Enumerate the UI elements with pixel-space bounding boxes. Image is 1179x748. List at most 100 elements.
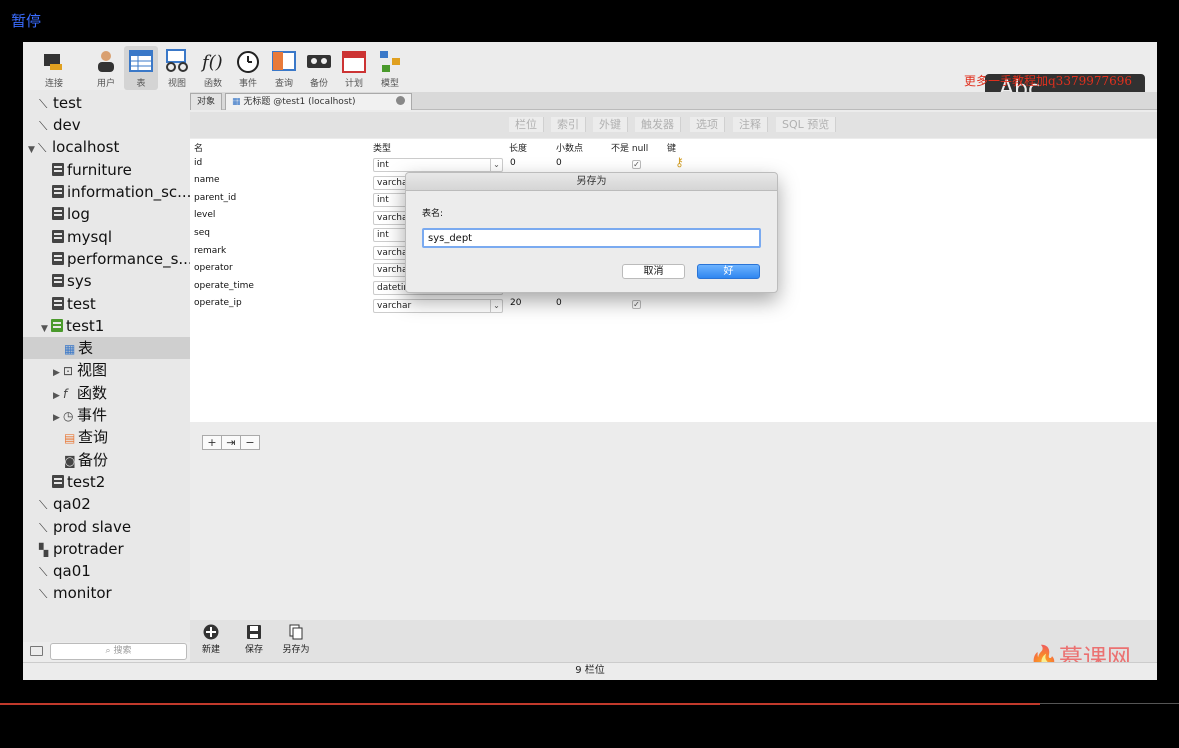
tree-db-log[interactable]: log xyxy=(23,203,190,225)
tree-connection-localhost[interactable]: ▼ ⟍ localhost xyxy=(23,136,190,158)
subtab-options[interactable]: 选项 xyxy=(690,117,725,132)
field-length[interactable]: 0 xyxy=(510,158,516,168)
tree-connection-monitor[interactable]: ⟍ monitor xyxy=(23,582,190,604)
connection-icon xyxy=(44,54,62,70)
sidebar-search-input[interactable]: ⌕ 搜索 xyxy=(50,643,187,660)
grid-controls: + ⇥ − xyxy=(202,431,260,450)
toolbar-function-button[interactable]: f() 函数 xyxy=(196,46,230,90)
tree-node-functions[interactable]: ▶ f 函数 xyxy=(23,382,190,404)
designer-subtabs: 栏位 索引 外键 触发器 选项 注释 SQL 预览 xyxy=(190,112,1157,138)
pause-label[interactable]: 暂停 xyxy=(11,10,41,31)
toolbar-user-button[interactable]: 用户 xyxy=(89,46,123,90)
subtab-comment[interactable]: 注释 xyxy=(733,117,768,132)
disclosure-closed-icon[interactable]: ▶ xyxy=(53,407,63,426)
field-name[interactable]: operator xyxy=(194,263,233,273)
toolbar-view-button[interactable]: 视图 xyxy=(160,46,194,90)
sidebar-toggle-icon[interactable] xyxy=(30,646,43,656)
subtab-fields[interactable]: 栏位 xyxy=(509,117,544,132)
tree-db-mysql[interactable]: mysql xyxy=(23,226,190,248)
not-null-checkbox[interactable]: ✓ xyxy=(632,300,641,309)
tree-db-furniture[interactable]: furniture xyxy=(23,159,190,181)
field-name[interactable]: remark xyxy=(194,246,226,256)
event-icon xyxy=(237,51,259,73)
field-type-select[interactable]: varchar ⌄ xyxy=(373,299,503,313)
table-name-input[interactable] xyxy=(422,228,761,248)
tree-db-test[interactable]: test xyxy=(23,293,190,315)
toolbar-table-button[interactable]: 表 xyxy=(124,46,158,90)
field-decimals[interactable]: 0 xyxy=(556,158,562,168)
tab-objects[interactable]: 对象 xyxy=(190,93,223,110)
toolbar-backup-button[interactable]: 备份 xyxy=(302,46,336,90)
primary-key-icon[interactable]: ⚷ xyxy=(675,155,684,169)
status-bar: 9 栏位 xyxy=(23,662,1157,680)
tree-node-backups[interactable]: ◙ 备份 xyxy=(23,449,190,471)
video-progress-track[interactable] xyxy=(1040,703,1179,704)
save-button[interactable]: 保存 xyxy=(237,624,271,655)
field-name[interactable]: id xyxy=(194,158,202,168)
video-progress-bar[interactable] xyxy=(0,703,1040,705)
tree-node-events[interactable]: ▶ ◷ 事件 xyxy=(23,404,190,426)
svg-text:f(): f() xyxy=(200,52,223,73)
not-null-checkbox[interactable]: ✓ xyxy=(632,160,641,169)
tree-db-performance-schema[interactable]: performance_s... xyxy=(23,248,190,270)
toolbar-connection-button[interactable]: 连接 xyxy=(37,46,71,90)
tree-db-test2[interactable]: test2 xyxy=(23,471,190,493)
tree-connection-test[interactable]: ⟍ test xyxy=(23,92,190,114)
view-icon: ⊡ xyxy=(63,364,74,378)
tree-db-test1[interactable]: ▼ test1 xyxy=(23,315,190,337)
tree-connection-protrader[interactable]: ▚ protrader xyxy=(23,538,190,560)
ok-button[interactable]: 好 xyxy=(697,264,760,279)
tree-connection-qa01[interactable]: ⟍ qa01 xyxy=(23,560,190,582)
new-button[interactable]: 新建 xyxy=(194,624,228,655)
tree-connection-qa02[interactable]: ⟍ qa02 xyxy=(23,493,190,515)
database-icon xyxy=(52,297,64,310)
tree-db-sys[interactable]: sys xyxy=(23,270,190,292)
subtab-sql-preview[interactable]: SQL 预览 xyxy=(776,117,837,132)
connection-alt-icon: ▚ xyxy=(39,543,49,557)
field-name[interactable]: name xyxy=(194,175,220,185)
tree-node-queries[interactable]: ▤ 查询 xyxy=(23,426,190,448)
subtab-triggers[interactable]: 触发器 xyxy=(635,117,681,132)
tab-untitled-table[interactable]: ▦ 无标题 @test1 (localhost) xyxy=(225,93,412,110)
toolbar-model-button[interactable]: 模型 xyxy=(373,46,407,90)
close-tab-icon[interactable] xyxy=(395,96,405,105)
tree-node-tables[interactable]: ▦ 表 xyxy=(23,337,190,359)
field-name[interactable]: seq xyxy=(194,228,210,238)
disclosure-closed-icon[interactable]: ▶ xyxy=(53,362,63,381)
table-icon xyxy=(129,50,153,72)
tree-connection-dev[interactable]: ⟍ dev xyxy=(23,114,190,136)
save-as-button[interactable]: 另存为 xyxy=(279,624,313,655)
database-icon xyxy=(52,475,64,488)
field-decimals[interactable]: 0 xyxy=(556,298,562,308)
backup-icon xyxy=(307,55,331,68)
connection-icon: ⟍ xyxy=(39,587,48,601)
cancel-button[interactable]: 取消 xyxy=(622,264,685,279)
disclosure-open-icon[interactable]: ▼ xyxy=(28,139,38,158)
function-icon: f xyxy=(63,387,68,401)
add-field-button[interactable]: + xyxy=(202,435,222,450)
tree-node-views[interactable]: ▶ ⊡ 视图 xyxy=(23,359,190,381)
connection-icon: ⟍ xyxy=(39,565,48,579)
toolbar-schedule-button[interactable]: 计划 xyxy=(337,46,371,90)
subtab-indexes[interactable]: 索引 xyxy=(551,117,586,132)
delete-field-button[interactable]: − xyxy=(240,435,260,450)
user-icon xyxy=(98,51,114,72)
field-name[interactable]: level xyxy=(194,210,215,220)
insert-field-button[interactable]: ⇥ xyxy=(221,435,241,450)
toolbar-event-button[interactable]: 事件 xyxy=(231,46,265,90)
field-name[interactable]: parent_id xyxy=(194,193,236,203)
disclosure-open-icon[interactable]: ▼ xyxy=(41,318,51,337)
field-name[interactable]: operate_time xyxy=(194,281,254,291)
field-type-select[interactable]: int ⌄ xyxy=(373,158,503,172)
field-name[interactable]: operate_ip xyxy=(194,298,242,308)
disclosure-closed-icon[interactable]: ▶ xyxy=(53,385,63,404)
chevron-down-icon: ⌄ xyxy=(490,300,502,312)
tree-db-information-schema[interactable]: information_sc... xyxy=(23,181,190,203)
field-length[interactable]: 20 xyxy=(510,298,521,308)
watermark: 更多一手教程加q3379977696 xyxy=(964,74,1133,88)
subtab-foreign-keys[interactable]: 外键 xyxy=(593,117,628,132)
header-name: 名 xyxy=(194,144,204,154)
save-as-icon xyxy=(289,624,303,640)
toolbar-query-button[interactable]: 查询 xyxy=(267,46,301,90)
tree-connection-prod-slave[interactable]: ⟍ prod slave xyxy=(23,516,190,538)
